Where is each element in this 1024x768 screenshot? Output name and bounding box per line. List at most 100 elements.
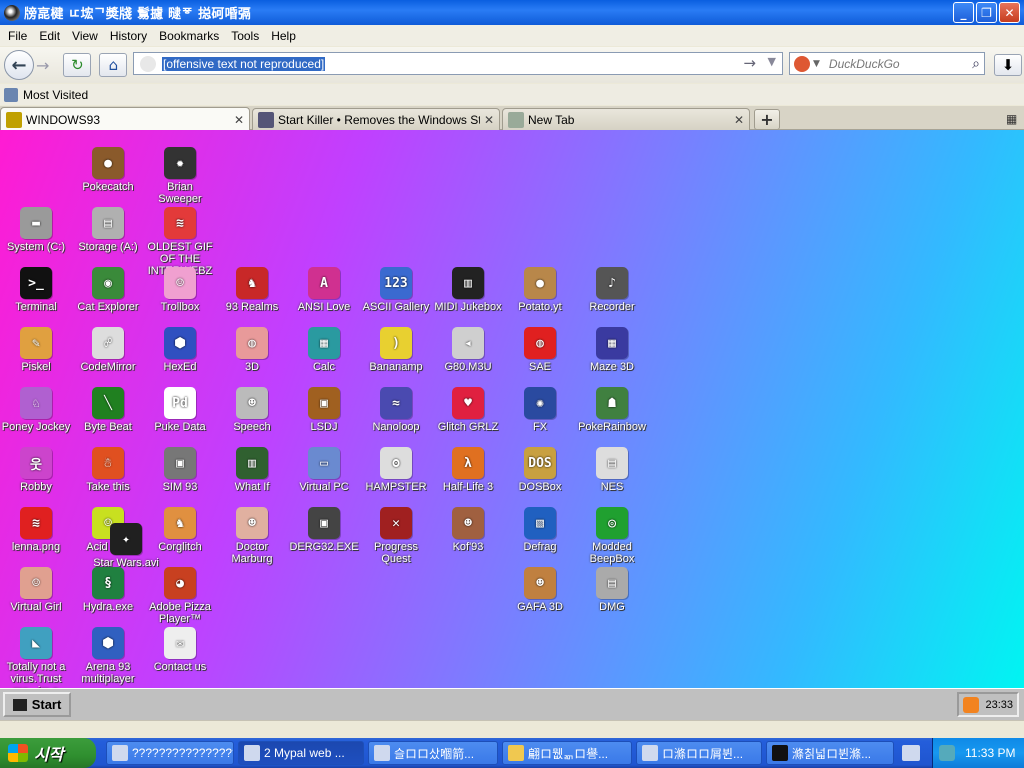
desktop-icon[interactable]: ☺ Trollbox [144, 267, 216, 313]
desktop-icon[interactable]: ▥ MIDI Jukebox [432, 267, 504, 313]
menu-history[interactable]: History [104, 29, 153, 43]
menu-file[interactable]: File [2, 29, 33, 43]
desktop-icon[interactable]: ≈ Nanoloop [360, 387, 432, 433]
desktop-icon[interactable]: ◉ Cat Explorer [72, 267, 144, 313]
desktop-icon[interactable]: ☻ GAFA 3D [504, 567, 576, 613]
desktop-icon[interactable]: ☺ Virtual Girl [0, 567, 72, 613]
menu-help[interactable]: Help [265, 29, 302, 43]
menu-bookmarks[interactable]: Bookmarks [153, 29, 225, 43]
list-all-tabs-icon[interactable]: ▦ [1006, 112, 1017, 126]
rss-icon[interactable] [963, 696, 979, 713]
search-bar[interactable]: ▼ DuckDuckGo ⌕ [789, 52, 985, 75]
menu-edit[interactable]: Edit [33, 29, 66, 43]
desktop-icon[interactable]: ▥ What If [216, 447, 288, 493]
desktop-icon[interactable]: 123 ASCII Gallery [360, 267, 432, 313]
desktop-icon[interactable]: ▤ DMG [576, 567, 648, 613]
search-engine-dropdown-icon[interactable]: ▼ [813, 59, 820, 69]
desktop-icon[interactable]: ● Pokecatch [72, 147, 144, 193]
desktop-icon[interactable]: ▣ SIM 93 [144, 447, 216, 493]
tab-close-icon[interactable]: ✕ [484, 113, 494, 127]
desktop-icon[interactable]: λ Half-Life 3 [432, 447, 504, 493]
network-icon[interactable] [939, 745, 955, 761]
desktop-icon[interactable]: ☻ Doctor Marburg [216, 507, 288, 565]
desktop-icon[interactable]: ◂ G80.M3U [432, 327, 504, 373]
desktop-icon[interactable]: ◍ 3D [216, 327, 288, 373]
downloads-button[interactable]: ⬇ [994, 54, 1022, 76]
menu-view[interactable]: View [66, 29, 104, 43]
xp-start-button[interactable]: 시작 [0, 738, 96, 768]
back-button[interactable]: ← [4, 50, 34, 80]
url-dropdown-icon[interactable]: ▼ [768, 55, 776, 68]
desktop-icon[interactable]: ✕ Progress Quest [360, 507, 432, 565]
close-button[interactable]: ✕ [999, 2, 1020, 23]
windows93-desktop[interactable]: ● Pokecatch ✹ Brian Sweeper ▬ System (C:) ▤ Sto… [0, 130, 1024, 688]
desktop-icon[interactable]: >_ Terminal [0, 267, 72, 313]
tab-windows93[interactable]: WINDOWS93 ✕ [0, 107, 250, 131]
taskbar-button[interactable]: ???????????????????... [106, 741, 234, 765]
desktop-icon[interactable]: ♞ 93 Realms [216, 267, 288, 313]
desktop-icon[interactable]: ☗ PokeRainbow [576, 387, 648, 433]
desktop-icon[interactable]: ☃ Take this [72, 447, 144, 493]
desktop-icon[interactable]: ♘ Poney Jockey [0, 387, 72, 433]
taskbar-button[interactable]: 슬ロロ샀嗰箭... [368, 741, 498, 765]
go-arrow-icon[interactable]: → [743, 54, 756, 72]
windows93-start-button[interactable]: Start [3, 692, 71, 717]
site-identity-icon[interactable] [140, 55, 156, 72]
home-button[interactable]: ⌂ [99, 53, 128, 77]
desktop-icon[interactable]: ▦ Calc [288, 327, 360, 373]
taskbar-button[interactable]: ロ滌ロロ屑뷘... [636, 741, 762, 765]
reload-button[interactable]: ↻ [63, 53, 92, 77]
desktop-icon[interactable]: DOS DOSBox [504, 447, 576, 493]
taskbar-button[interactable]: 滌칡넓ロ뷘滌... [766, 741, 894, 765]
desktop-icon[interactable]: ◕ Adobe Pizza Player™ [144, 567, 216, 625]
minimize-button[interactable]: _ [953, 2, 974, 23]
tab-new-tab[interactable]: New Tab ✕ [502, 108, 750, 130]
restore-button[interactable]: ❐ [976, 2, 997, 23]
desktop-icon[interactable]: ◍ SAE [504, 327, 576, 373]
desktop-icon[interactable]: ▣ LSDJ [288, 387, 360, 433]
desktop-icon[interactable]: 웃 Robby [0, 447, 72, 493]
new-tab-button[interactable]: + [754, 109, 780, 130]
desktop-icon[interactable]: ▧ Defrag [504, 507, 576, 553]
desktop-icon[interactable]: ✦ Star Wars.avi [90, 523, 162, 569]
taskbar-button-mypal[interactable]: 2 Mypal web ... [238, 741, 364, 765]
keyboard-language-icon[interactable] [902, 745, 920, 761]
desktop-icon[interactable]: ☻ Speech [216, 387, 288, 433]
desktop-icon[interactable]: ✺ FX [504, 387, 576, 433]
tab-close-icon[interactable]: ✕ [234, 113, 244, 127]
tab-close-icon[interactable]: ✕ [734, 113, 744, 127]
desktop-icon[interactable]: ▤ Storage (A:) [72, 207, 144, 253]
duckduckgo-icon[interactable] [794, 55, 810, 72]
desktop-icon[interactable]: ✎ Piskel [0, 327, 72, 373]
tab-start-killer[interactable]: Start Killer • Removes the Windows Start… [252, 108, 500, 130]
desktop-icon[interactable]: ● Potato.yt [504, 267, 576, 313]
search-icon[interactable]: ⌕ [972, 56, 980, 72]
desktop-icon[interactable]: ✹ Brian Sweeper [144, 147, 216, 205]
desktop-icon[interactable]: ♪ Recorder [576, 267, 648, 313]
desktop-icon[interactable]: ☍ CodeMirror [72, 327, 144, 373]
desktop-icon[interactable]: ╲ Byte Beat [72, 387, 144, 433]
desktop-icon[interactable]: ⬢ HexEd [144, 327, 216, 373]
desktop-icon[interactable]: ▬ System (C:) [0, 207, 72, 253]
desktop-icon[interactable]: ◎ Modded BeepBox [576, 507, 648, 565]
desktop-icon[interactable]: ◣Totally not a virus.Trust me...im a [0, 627, 72, 688]
desktop-icon[interactable]: ) Bananamp [360, 327, 432, 373]
desktop-icon[interactable]: ▭ Virtual PC [288, 447, 360, 493]
desktop-icon[interactable]: ▦ Maze 3D [576, 327, 648, 373]
taskbar-button[interactable]: 翩ロ뭾ᇑロ譽... [502, 741, 632, 765]
window-title-bar[interactable]: 牓㖜楗 ㅦ㙆ᄀ奬牋 鬄攄 曃ᅗ 搃砢㖧㣂 _ ❐ ✕ [0, 0, 1024, 25]
desktop-icon[interactable]: ♥ Glitch GRLZ [432, 387, 504, 433]
desktop-icon[interactable]: ʘ HAMPSTER [360, 447, 432, 493]
desktop-icon[interactable]: A ANSI Love [288, 267, 360, 313]
desktop-icon[interactable]: ▤ NES [576, 447, 648, 493]
desktop-icon[interactable]: Pd Puke Data [144, 387, 216, 433]
forward-button[interactable]: → [36, 56, 49, 75]
desktop-icon[interactable]: ≋ lenna.png [0, 507, 72, 553]
desktop-icon[interactable]: ▣ DERG32.EXE [288, 507, 360, 553]
url-text[interactable]: [offensive text not reproduced] [162, 56, 326, 71]
desktop-icon[interactable]: ☻ Kof'93 [432, 507, 504, 553]
menu-tools[interactable]: Tools [225, 29, 265, 43]
address-bar[interactable]: [offensive text not reproduced] → ▼ [133, 52, 783, 75]
most-visited-bookmark[interactable]: Most Visited [23, 88, 88, 102]
desktop-icon[interactable]: ✉ Contact us [144, 627, 216, 673]
